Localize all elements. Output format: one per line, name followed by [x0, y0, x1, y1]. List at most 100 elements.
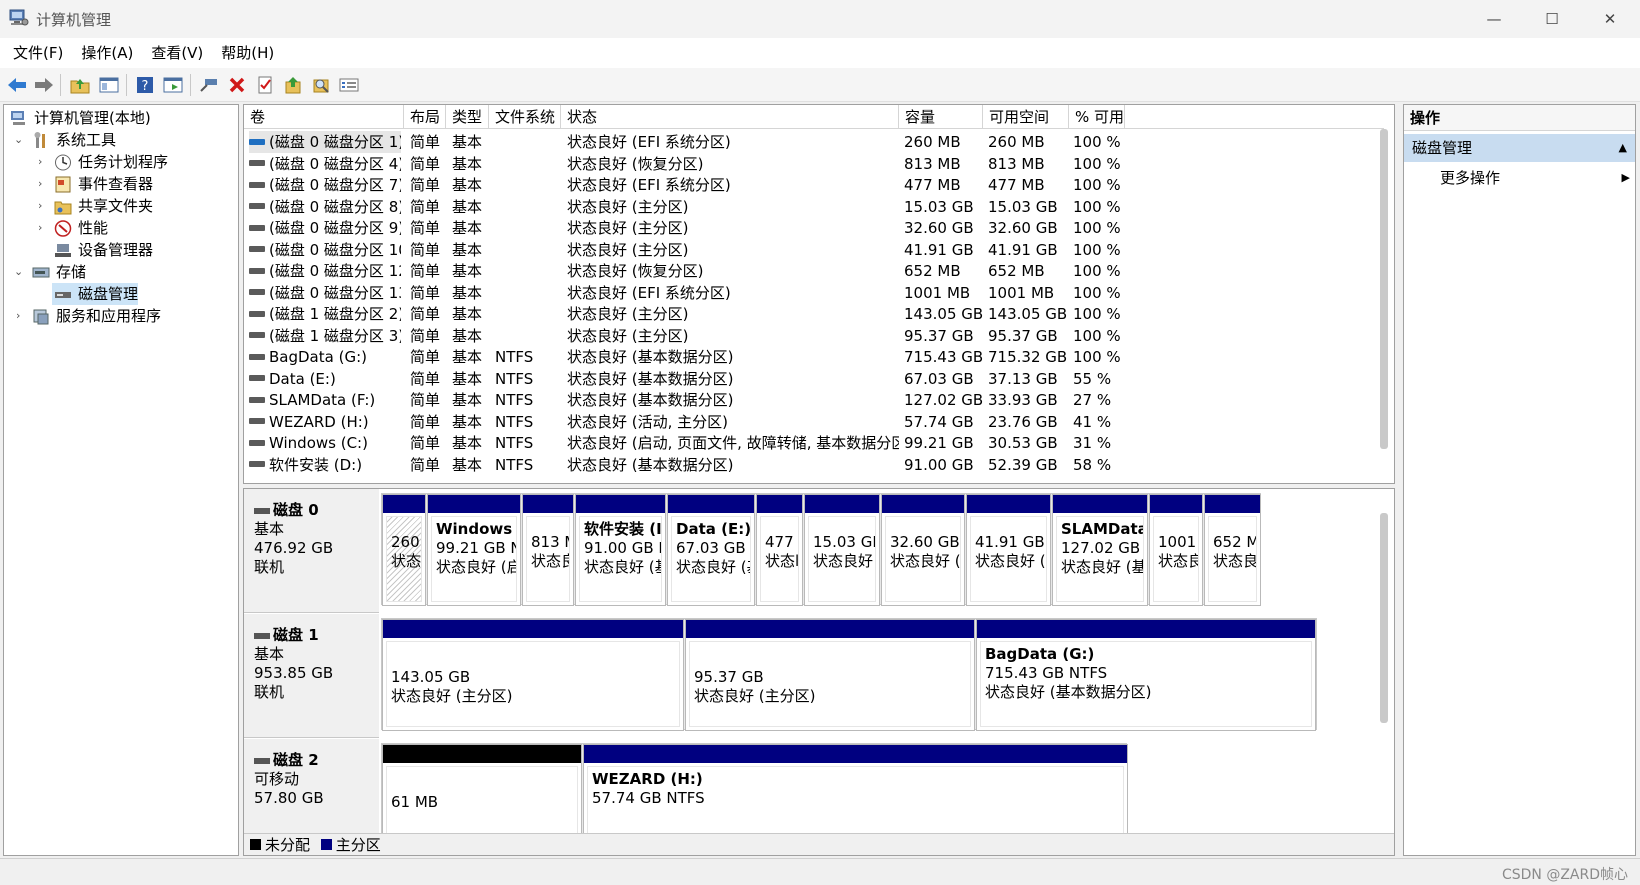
col-filesystem[interactable]: 文件系统 — [489, 105, 561, 129]
maximize-button[interactable]: ☐ — [1524, 0, 1580, 38]
cell-vol: (磁盘 0 磁盘分区 7) — [249, 174, 401, 196]
cell-cap: 143.05 GB — [904, 305, 983, 323]
table-row[interactable]: (磁盘 0 磁盘分区 13) 简单 基本 状态良好 (EFI 系统分区) 1001 MB… — [244, 282, 1374, 304]
cell-status: 状态良好 (主分区) — [567, 326, 689, 345]
cell-vol: (磁盘 0 磁盘分区 9) — [249, 217, 401, 239]
cell-type: 基本 — [452, 391, 483, 409]
partition-block[interactable]: 32.60 GB 状态良好 ( — [881, 494, 965, 606]
partition-info: 15.03 GB 状态良好 — [808, 516, 876, 602]
partition-status: 状态 — [391, 552, 422, 570]
cell-status: 状态良好 (主分区) — [567, 219, 689, 237]
table-row[interactable]: (磁盘 0 磁盘分区 9) 简单 基本 状态良好 (主分区) 32.60 GB 32.60… — [244, 217, 1374, 239]
forward-icon[interactable] — [32, 73, 56, 97]
delete-icon[interactable] — [225, 73, 249, 97]
search-icon[interactable] — [309, 73, 333, 97]
partition-size: 91.00 GB N — [584, 539, 662, 557]
disk-size: 953.85 GB — [254, 664, 334, 682]
col-type[interactable]: 类型 — [446, 105, 489, 129]
partition-block[interactable]: 15.03 GB 状态良好 — [804, 494, 880, 606]
menu-file[interactable]: 文件(F) — [4, 38, 72, 68]
table-row[interactable]: (磁盘 0 磁盘分区 7) 简单 基本 状态良好 (EFI 系统分区) 477 MB 47… — [244, 174, 1374, 196]
close-button[interactable]: ✕ — [1582, 0, 1638, 38]
cell-layout: 简单 — [410, 369, 441, 388]
table-row[interactable]: (磁盘 0 磁盘分区 4) 简单 基本 状态良好 (恢复分区) 813 MB 813 MB… — [244, 153, 1374, 175]
tree-item-disk-management[interactable]: 磁盘管理 — [52, 283, 138, 305]
cell-fs — [495, 131, 561, 153]
table-row[interactable]: (磁盘 1 磁盘分区 3) 简单 基本 状态良好 (主分区) 95.37 GB 95.37… — [244, 325, 1374, 347]
view-icon[interactable] — [161, 73, 185, 97]
table-row[interactable]: (磁盘 0 磁盘分区 8) 简单 基本 状态良好 (主分区) 15.03 GB 15.03… — [244, 196, 1374, 218]
details-icon[interactable] — [337, 73, 361, 97]
chevron-down-icon[interactable]: ⌄ — [14, 261, 26, 283]
col-capacity[interactable]: 容量 — [899, 105, 983, 129]
chevron-down-icon[interactable]: ⌄ — [14, 129, 26, 151]
table-row[interactable]: (磁盘 1 磁盘分区 2) 简单 基本 状态良好 (主分区) 143.05 GB 143.… — [244, 303, 1374, 325]
table-row[interactable]: (磁盘 0 磁盘分区 10) 简单 基本 状态良好 (主分区) 41.91 GB 41.9… — [244, 239, 1374, 261]
back-icon[interactable] — [5, 73, 29, 97]
chevron-right-icon[interactable]: › — [38, 151, 50, 173]
partition-size: 477 l — [765, 533, 799, 551]
partition-block[interactable]: 41.91 GB 状态良好 (: — [966, 494, 1051, 606]
minimize-button[interactable]: — — [1466, 0, 1522, 38]
primary-partition-bar — [1053, 495, 1147, 513]
show-hide-tree-icon[interactable] — [97, 73, 121, 97]
table-scrollbar[interactable] — [1380, 129, 1388, 449]
properties-icon[interactable] — [253, 73, 277, 97]
col-layout[interactable]: 布局 — [404, 105, 446, 129]
col-volume[interactable]: 卷 — [244, 105, 404, 129]
actions-pane: 操作 磁盘管理 ▲ 更多操作 ▶ — [1403, 104, 1636, 856]
cell-pct: 100 % — [1073, 283, 1121, 302]
connect-icon[interactable] — [197, 73, 221, 97]
table-row[interactable]: (磁盘 0 磁盘分区 12) 简单 基本 状态良好 (恢复分区) 652 MB 652 M… — [244, 260, 1374, 282]
export-icon[interactable] — [281, 73, 305, 97]
disk-label[interactable]: 磁盘 0 基本 476.92 GB 联机 — [244, 489, 379, 613]
partition-block[interactable]: 477 l 状态l — [756, 494, 803, 606]
more-actions[interactable]: 更多操作 ▶ — [1440, 165, 1630, 191]
cell-pct: 100 % — [1073, 348, 1121, 366]
chevron-right-icon[interactable]: › — [16, 305, 28, 327]
partition-block[interactable]: 143.05 GB 状态良好 (主分区) — [382, 619, 684, 731]
disk-kind: 基本 — [254, 645, 285, 663]
partition-block[interactable]: Data (E:)67.03 GB N状态良好 (基 — [667, 494, 755, 606]
cell-fs — [495, 174, 561, 196]
partition-block[interactable]: 260 状态 — [382, 494, 426, 606]
table-row[interactable]: WEZARD (H:) 简单 基本 NTFS 状态良好 (活动, 主分区) 57.74 G… — [244, 411, 1374, 433]
partition-block[interactable]: 95.37 GB 状态良好 (主分区) — [685, 619, 975, 731]
col-percent-free[interactable]: % 可用 — [1069, 105, 1125, 129]
volume-icon — [249, 203, 265, 209]
table-row[interactable]: Data (E:) 简单 基本 NTFS 状态良好 (基本数据分区) 67.03 GB 37… — [244, 368, 1374, 390]
menu-view[interactable]: 查看(V) — [142, 38, 212, 68]
menu-help[interactable]: 帮助(H) — [212, 38, 283, 68]
table-row[interactable]: BagData (G:) 简单 基本 NTFS 状态良好 (基本数据分区) 715.43 … — [244, 346, 1374, 368]
chevron-right-icon[interactable]: › — [38, 217, 50, 239]
help-icon[interactable]: ? — [133, 73, 157, 97]
cell-cap: 813 MB — [904, 154, 961, 173]
partition-block[interactable]: SLAMData127.02 GB N状态良好 (基 — [1052, 494, 1148, 606]
partition-block[interactable]: 1001 状态良 — [1149, 494, 1203, 606]
partition-block[interactable]: BagData (G:) 715.43 GB NTFS 状态良好 (基本数据分区) — [976, 619, 1316, 731]
table-row[interactable]: (磁盘 0 磁盘分区 1) 简单 基本 状态良好 (EFI 系统分区) 260 MB 26… — [244, 131, 1374, 153]
menu-action[interactable]: 操作(A) — [72, 38, 142, 68]
col-free-space[interactable]: 可用空间 — [983, 105, 1069, 129]
partition-title: Windows — [436, 520, 513, 538]
chevron-right-icon[interactable]: › — [38, 195, 50, 217]
partition-block[interactable]: Windows 99.21 GB N 状态良好 (启 — [427, 494, 521, 606]
table-row[interactable]: 软件安装 (D:) 简单 基本 NTFS 状态良好 (基本数据分区) 91.00 GB 52… — [244, 454, 1374, 476]
collapse-up-icon[interactable]: ▲ — [1619, 134, 1627, 162]
actions-section-disk-management[interactable]: 磁盘管理 ▲ — [1404, 134, 1635, 162]
chevron-right-icon[interactable]: › — [38, 173, 50, 195]
partition-block[interactable]: WEZARD (H:) 57.74 GB NTFS — [583, 744, 1128, 844]
up-folder-icon[interactable] — [68, 73, 92, 97]
partition-block[interactable]: 61 MB — [382, 744, 582, 844]
graph-scrollbar[interactable] — [1380, 513, 1388, 723]
partition-block[interactable]: 652 M 状态良 — [1204, 494, 1261, 606]
cell-free: 715.32 GB — [988, 348, 1068, 366]
partition-block[interactable]: 软件安装 (I 91.00 GB N 状态良好 (基 — [575, 494, 666, 606]
table-row[interactable]: Windows (C:) 简单 基本 NTFS 状态良好 (启动, 页面文件, 故障转储… — [244, 432, 1374, 454]
computer-icon — [11, 111, 25, 125]
disk-label[interactable]: 磁盘 1 基本 953.85 GB 联机 — [244, 614, 379, 738]
partition-info: 95.37 GB 状态良好 (主分区) — [689, 641, 971, 727]
partition-block[interactable]: 813 M状态良 — [522, 494, 574, 606]
table-row[interactable]: SLAMData (F:) 简单 基本 NTFS 状态良好 (基本数据分区) 127.02… — [244, 389, 1374, 411]
col-status[interactable]: 状态 — [561, 105, 899, 129]
